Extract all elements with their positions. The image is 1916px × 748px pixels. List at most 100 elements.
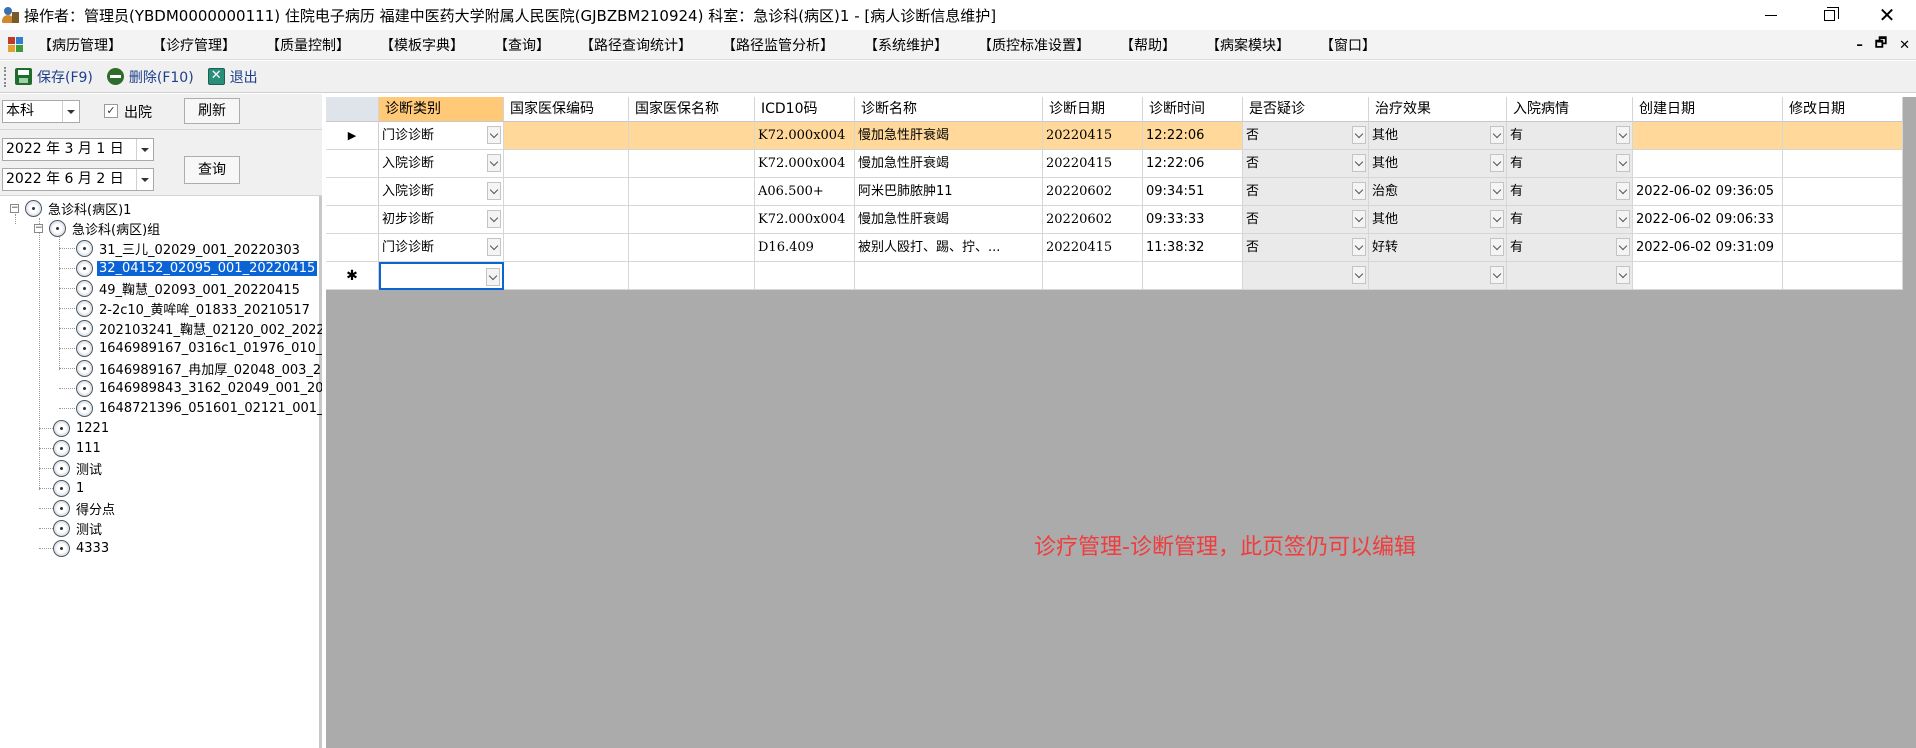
cell-diagnosis-date[interactable]: 20220415 [1043,150,1143,178]
calendar-dropdown-icon[interactable] [136,139,153,160]
tree-node[interactable]: 测试 [53,458,104,478]
cell-insurance-name[interactable] [629,122,755,150]
cell-modified-date[interactable] [1783,150,1903,178]
department-select[interactable]: 本科 [2,100,80,123]
cell-diagnosis-time[interactable]: 09:33:33 [1143,206,1243,234]
cell-icd10-code[interactable]: K72.000x004 [755,206,855,234]
cell-insurance-name[interactable] [629,206,755,234]
cell-created-date[interactable]: 2022-06-02 09:31:09 [1633,234,1783,262]
cell-diagnosis-time[interactable]: 12:22:06 [1143,122,1243,150]
chevron-down-icon[interactable] [1352,266,1366,284]
tree-node[interactable]: 得分点 [53,498,117,518]
cell-modified-date[interactable] [1783,122,1903,150]
cell-category[interactable]: 门诊诊断 [379,122,504,150]
chevron-down-icon[interactable] [487,182,501,200]
column-header-suspected[interactable]: 是否疑诊 [1243,97,1369,122]
menu-quality-control[interactable]: 【质量控制】 [266,35,350,55]
cell-treatment-effect[interactable]: 其他 [1369,122,1507,150]
cell-created-date[interactable] [1633,122,1783,150]
menu-template-dictionary[interactable]: 【模板字典】 [380,35,464,55]
chevron-down-icon[interactable] [487,154,501,172]
chevron-down-icon[interactable] [1352,238,1366,256]
menu-record-management[interactable]: 【病历管理】 [38,35,122,55]
column-header-insurance-name[interactable]: 国家医保名称 [629,97,755,122]
minimize-button[interactable] [1742,0,1800,30]
chevron-down-icon[interactable] [1616,210,1630,228]
date-from-picker[interactable]: 2022 年 3 月 1 日 [2,138,154,161]
date-to-picker[interactable]: 2022 年 6 月 2 日 [2,168,154,191]
tree-node-group[interactable]: − 急诊科(病区)组 [34,218,162,238]
cell-created-date[interactable]: 2022-06-02 09:06:33 [1633,206,1783,234]
new-row-cell[interactable] [629,262,755,290]
tree-patient-node[interactable]: 202103241_鞠慧_02120_002_2022 [76,318,322,338]
new-row-cell[interactable] [855,262,1043,290]
cell-insurance-code[interactable] [504,206,629,234]
cell-diagnosis-time[interactable]: 09:34:51 [1143,178,1243,206]
cell-insurance-code[interactable] [504,234,629,262]
new-row-cell[interactable] [755,262,855,290]
cell-diagnosis-date[interactable]: 20220415 [1043,234,1143,262]
chevron-down-icon[interactable] [486,268,500,286]
restore-button[interactable] [1800,0,1858,30]
chevron-down-icon[interactable] [487,238,501,256]
tree-patient-node[interactable]: 1646989167_冉加厚_02048_003_2 [76,358,322,378]
cell-insurance-code[interactable] [504,122,629,150]
tree-patient-node[interactable]: 49_鞠慧_02093_001_20220415 [76,278,302,298]
delete-button[interactable]: 删除(F10) [106,67,194,87]
cell-suspected[interactable]: 否 [1243,178,1369,206]
close-button[interactable]: ✕ [1858,0,1916,30]
cell-suspected[interactable]: 否 [1243,234,1369,262]
chevron-down-icon[interactable] [1490,154,1504,172]
query-button[interactable]: 查询 [184,156,240,184]
cell-treatment-effect[interactable]: 其他 [1369,206,1507,234]
column-header-created-date[interactable]: 创建日期 [1633,97,1783,122]
tree-node[interactable]: 4333 [53,538,111,558]
cell-modified-date[interactable] [1783,206,1903,234]
cell-treatment-effect[interactable]: 其他 [1369,150,1507,178]
chevron-down-icon[interactable] [1352,182,1366,200]
cell-diagnosis-date[interactable]: 20220602 [1043,206,1143,234]
mdi-minimize-button[interactable]: – [1856,38,1863,53]
column-header-diagnosis-name[interactable]: 诊断名称 [855,97,1043,122]
chevron-down-icon[interactable] [1490,238,1504,256]
tree-patient-node[interactable]: 31_三儿_02029_001_20220303 [76,238,302,258]
cell-admission-condition[interactable]: 有 [1507,206,1633,234]
tree-node[interactable]: 1 [53,478,86,498]
menu-qc-standards[interactable]: 【质控标准设置】 [978,35,1090,55]
chevron-down-icon[interactable] [1490,126,1504,144]
cell-diagnosis-name[interactable]: 被别人殴打、踢、拧、... [855,234,1043,262]
cell-modified-date[interactable] [1783,178,1903,206]
cell-insurance-name[interactable] [629,150,755,178]
cell-diagnosis-name[interactable]: 阿米巴肺脓肿11 [855,178,1043,206]
menu-path-supervision[interactable]: 【路径监管分析】 [722,35,834,55]
chevron-down-icon[interactable] [1616,126,1630,144]
menu-window[interactable]: 【窗口】 [1320,35,1376,55]
chevron-down-icon[interactable] [62,101,79,122]
tree-node[interactable]: 111 [53,438,103,458]
cell-created-date[interactable]: 2022-06-02 09:36:05 [1633,178,1783,206]
new-row-cell[interactable] [504,262,629,290]
new-row-cell[interactable] [379,262,504,290]
row-header[interactable] [326,150,379,178]
column-header-diagnosis-date[interactable]: 诊断日期 [1043,97,1143,122]
row-header[interactable] [326,178,379,206]
row-header[interactable]: ✱ [326,262,379,290]
cell-insurance-code[interactable] [504,178,629,206]
row-header[interactable] [326,206,379,234]
row-header[interactable]: ▶ [326,122,379,150]
grid-select-all[interactable] [326,97,379,122]
tree-patient-node[interactable]: 1646989167_0316c1_01976_010_2 [76,338,322,358]
mdi-app-icon[interactable] [8,36,24,53]
collapse-icon[interactable]: − [10,203,19,213]
cell-admission-condition[interactable]: 有 [1507,234,1633,262]
cell-category[interactable]: 入院诊断 [379,178,504,206]
chevron-down-icon[interactable] [1616,238,1630,256]
column-header-insurance-code[interactable]: 国家医保编码 [504,97,629,122]
menu-treatment-management[interactable]: 【诊疗管理】 [152,35,236,55]
cell-suspected[interactable]: 否 [1243,122,1369,150]
column-header-admission-condition[interactable]: 入院病情 [1507,97,1633,122]
menu-system-maintenance[interactable]: 【系统维护】 [864,35,948,55]
cell-created-date[interactable] [1633,150,1783,178]
refresh-button[interactable]: 刷新 [184,98,240,124]
exit-button[interactable]: 退出 [207,67,258,87]
